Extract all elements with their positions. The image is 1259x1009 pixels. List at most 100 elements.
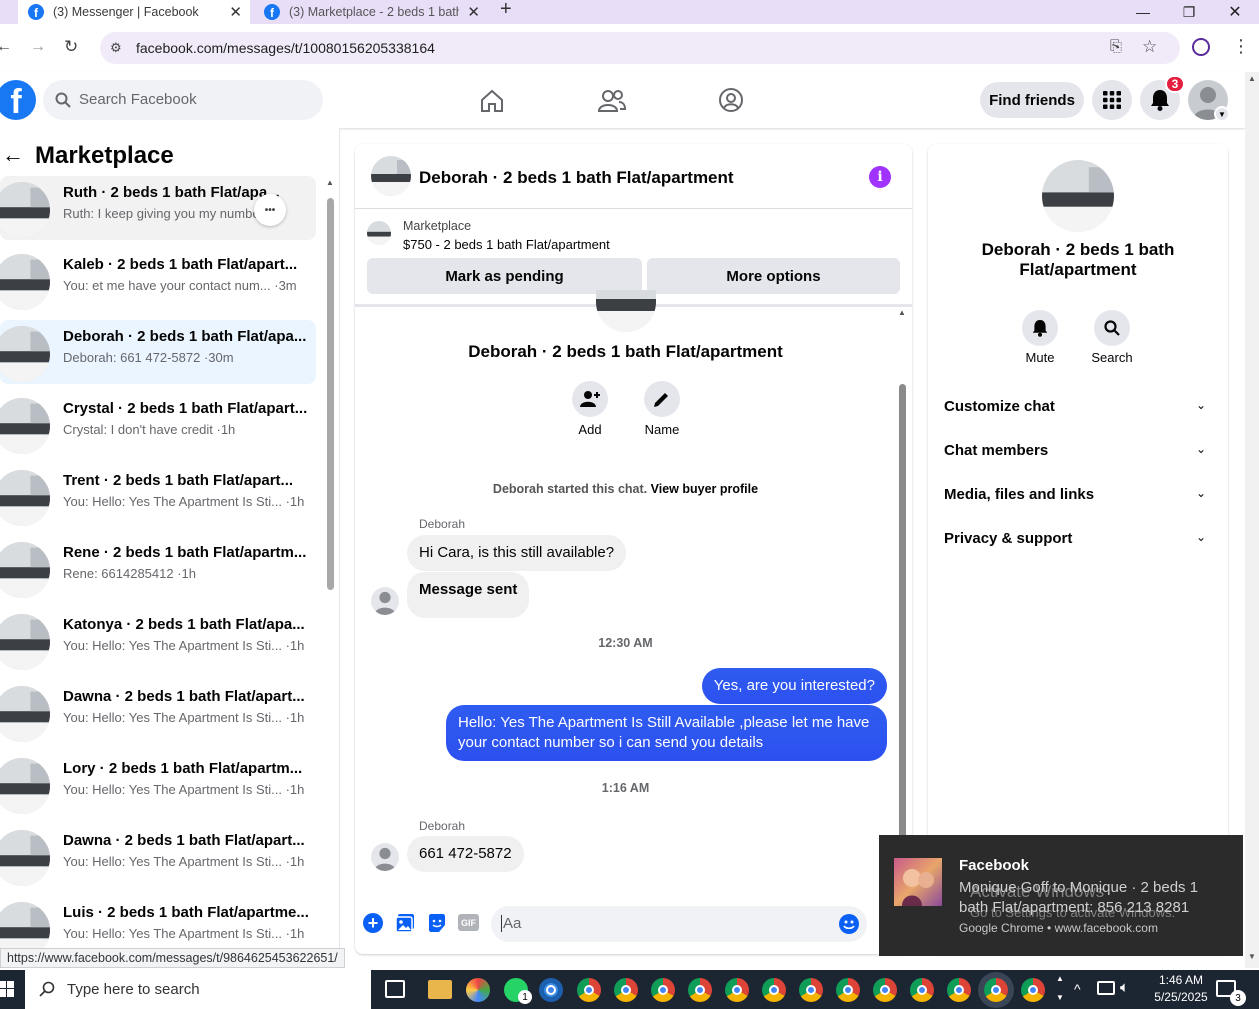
friends-icon[interactable] (598, 88, 626, 114)
chrome-taskbar-icon[interactable] (984, 978, 1008, 1002)
show-hidden-icons-icon[interactable]: ^ (1074, 981, 1081, 997)
reload-icon[interactable]: ↻ (64, 37, 78, 57)
conversation-item[interactable]: Trent · 2 beds 1 bath Flat/apart... You: … (0, 464, 316, 528)
minimize-icon[interactable]: — (1120, 0, 1166, 24)
view-buyer-profile-link[interactable]: View buyer profile (651, 482, 758, 496)
chevron-down-icon[interactable]: ⌄ (1196, 486, 1206, 500)
chrome-taskbar-icon[interactable] (1021, 978, 1045, 1002)
windows-start-icon[interactable] (0, 981, 14, 997)
clock[interactable]: 1:46 AM 5/25/2025 (1146, 972, 1216, 1006)
profile-icon[interactable] (1192, 38, 1210, 56)
scrollbar[interactable]: ▲ (323, 178, 337, 968)
search-facebook-input[interactable]: Search Facebook (43, 80, 323, 120)
photo-icon[interactable] (395, 913, 415, 933)
find-friends-button[interactable]: Find friends (980, 82, 1084, 118)
url-text[interactable]: facebook.com/messages/t/1008015620533816… (136, 40, 435, 56)
mark-as-pending-button[interactable]: Mark as pending (367, 258, 642, 294)
section-media-files-links[interactable]: Media, files and links (944, 486, 1094, 503)
message-input[interactable]: Aa (491, 906, 867, 942)
profile-photo[interactable] (1042, 160, 1114, 232)
new-tab-icon[interactable]: + (500, 0, 512, 21)
message-incoming[interactable]: Message sent (407, 572, 530, 618)
message-outgoing[interactable]: Hello: Yes The Apartment Is Still Availa… (446, 705, 887, 761)
install-app-icon[interactable]: ⎘ (1110, 38, 1122, 55)
facebook-logo-icon[interactable]: f (0, 80, 36, 120)
edge-taskbar-icon[interactable] (539, 978, 563, 1002)
conversation-item[interactable]: Dawna · 2 beds 1 bath Flat/apart... You: … (0, 824, 316, 888)
sender-avatar[interactable] (371, 843, 399, 871)
home-icon[interactable] (479, 88, 505, 114)
bookmark-star-icon[interactable]: ☆ (1142, 37, 1157, 57)
chrome-taskbar-icon[interactable] (577, 978, 601, 1002)
listing-price[interactable]: $750 - 2 beds 1 bath Flat/apartment (403, 237, 610, 252)
chrome-menu-icon[interactable]: ⋮ (1232, 36, 1250, 57)
chrome-taskbar-icon[interactable] (947, 978, 971, 1002)
sender-avatar[interactable] (371, 587, 399, 615)
restore-icon[interactable]: ❐ (1166, 0, 1212, 24)
groups-icon[interactable] (718, 87, 744, 113)
message-incoming[interactable]: 661 472-5872 (407, 836, 524, 872)
message-incoming[interactable]: Hi Cara, is this still available? (407, 535, 627, 571)
chrome-taskbar-icon[interactable] (836, 978, 860, 1002)
conversation-item[interactable]: Dawna · 2 beds 1 bath Flat/apart... You: … (0, 680, 316, 744)
menu-button[interactable] (1092, 80, 1132, 120)
section-privacy-support[interactable]: Privacy & support (944, 530, 1072, 547)
info-icon[interactable]: i (869, 166, 891, 188)
chrome-taskbar-icon[interactable] (614, 978, 638, 1002)
back-arrow-icon[interactable]: ← (2, 142, 24, 168)
chrome-taskbar-icon[interactable] (910, 978, 934, 1002)
more-options-button[interactable]: More options (647, 258, 900, 294)
conversation-item[interactable]: Crystal · 2 beds 1 bath Flat/apart... Cry… (0, 392, 316, 456)
page-scrollbar[interactable]: ▲ ▼ (1245, 72, 1259, 968)
name-button[interactable] (644, 381, 680, 417)
tab-marketplace[interactable]: f (3) Marketplace - 2 beds 1 bath ✕ (256, 0, 488, 24)
network-icon[interactable] (1097, 981, 1115, 995)
section-chat-members[interactable]: Chat members (944, 442, 1048, 459)
chevron-down-icon[interactable]: ⌄ (1196, 442, 1206, 456)
section-customize-chat[interactable]: Customize chat (944, 398, 1055, 415)
chrome-taskbar-icon[interactable] (725, 978, 749, 1002)
chrome-taskbar-icon[interactable] (799, 978, 823, 1002)
more-options-icon[interactable]: ••• (254, 194, 286, 226)
message-outgoing[interactable]: Yes, are you interested? (701, 668, 887, 704)
emoji-icon[interactable] (839, 914, 859, 934)
chrome-taskbar-icon[interactable] (688, 978, 712, 1002)
forward-icon[interactable]: → (30, 38, 46, 56)
close-tab-icon[interactable]: ✕ (229, 3, 242, 21)
taskbar-scroll[interactable]: ▲ ▼ (1056, 970, 1068, 1009)
sticker-icon[interactable] (427, 913, 447, 933)
conversation-item[interactable]: Katonya · 2 beds 1 bath Flat/apa... You: … (0, 608, 316, 672)
conversation-item[interactable]: Rene · 2 beds 1 bath Flat/apartm... Rene:… (0, 536, 316, 600)
chrome-taskbar-icon[interactable] (762, 978, 786, 1002)
tab-messenger[interactable]: f (3) Messenger | Facebook ✕ (18, 0, 250, 24)
scrollbar-thumb[interactable] (327, 198, 334, 590)
omnibox[interactable]: ⚙ facebook.com/messages/t/10080156205338… (100, 32, 1180, 64)
back-icon[interactable]: ← (0, 38, 12, 56)
gif-icon[interactable]: GIF (458, 914, 479, 931)
chrome-taskbar-icon[interactable] (651, 978, 675, 1002)
conversation-item[interactable]: Deborah · 2 beds 1 bath Flat/apa... Debor… (0, 320, 316, 384)
chat-title[interactable]: Deborah · 2 beds 1 bath Flat/apartment (419, 168, 734, 188)
taskbar-search-box[interactable]: Type here to search (25, 970, 371, 1009)
close-tab-icon[interactable]: ✕ (467, 3, 480, 21)
chat-scrollbar[interactable]: ▲ (896, 308, 910, 870)
mute-button[interactable] (1022, 310, 1058, 346)
add-button[interactable] (572, 381, 608, 417)
conversation-item[interactable]: Ruth · 2 beds 1 bath Flat/apa... Ruth: I … (0, 176, 316, 240)
volume-icon[interactable]: 🔈︎ (1120, 979, 1129, 996)
search-in-chat-button[interactable] (1094, 310, 1130, 346)
file-explorer-icon[interactable] (428, 980, 452, 999)
chat-avatar[interactable] (371, 156, 411, 196)
conversation-item[interactable]: Lory · 2 beds 1 bath Flat/apartm... You: … (0, 752, 316, 816)
chevron-down-icon[interactable]: ⌄ (1196, 530, 1206, 544)
chevron-down-icon[interactable]: ⌄ (1196, 398, 1206, 412)
chrome-taskbar-icon[interactable] (873, 978, 897, 1002)
conversation-item[interactable]: Kaleb · 2 beds 1 bath Flat/apart... You: … (0, 248, 316, 312)
site-info-icon[interactable]: ⚙ (110, 40, 122, 56)
task-view-icon[interactable] (385, 980, 405, 998)
paint-app-icon[interactable] (466, 978, 490, 1002)
scrollbar-thumb[interactable] (899, 384, 906, 870)
close-window-icon[interactable]: ✕ (1212, 0, 1258, 24)
notification-toast[interactable]: Facebook Monique Goff to Monique · 2 bed… (879, 835, 1243, 956)
more-actions-plus-icon[interactable]: + (363, 913, 383, 933)
